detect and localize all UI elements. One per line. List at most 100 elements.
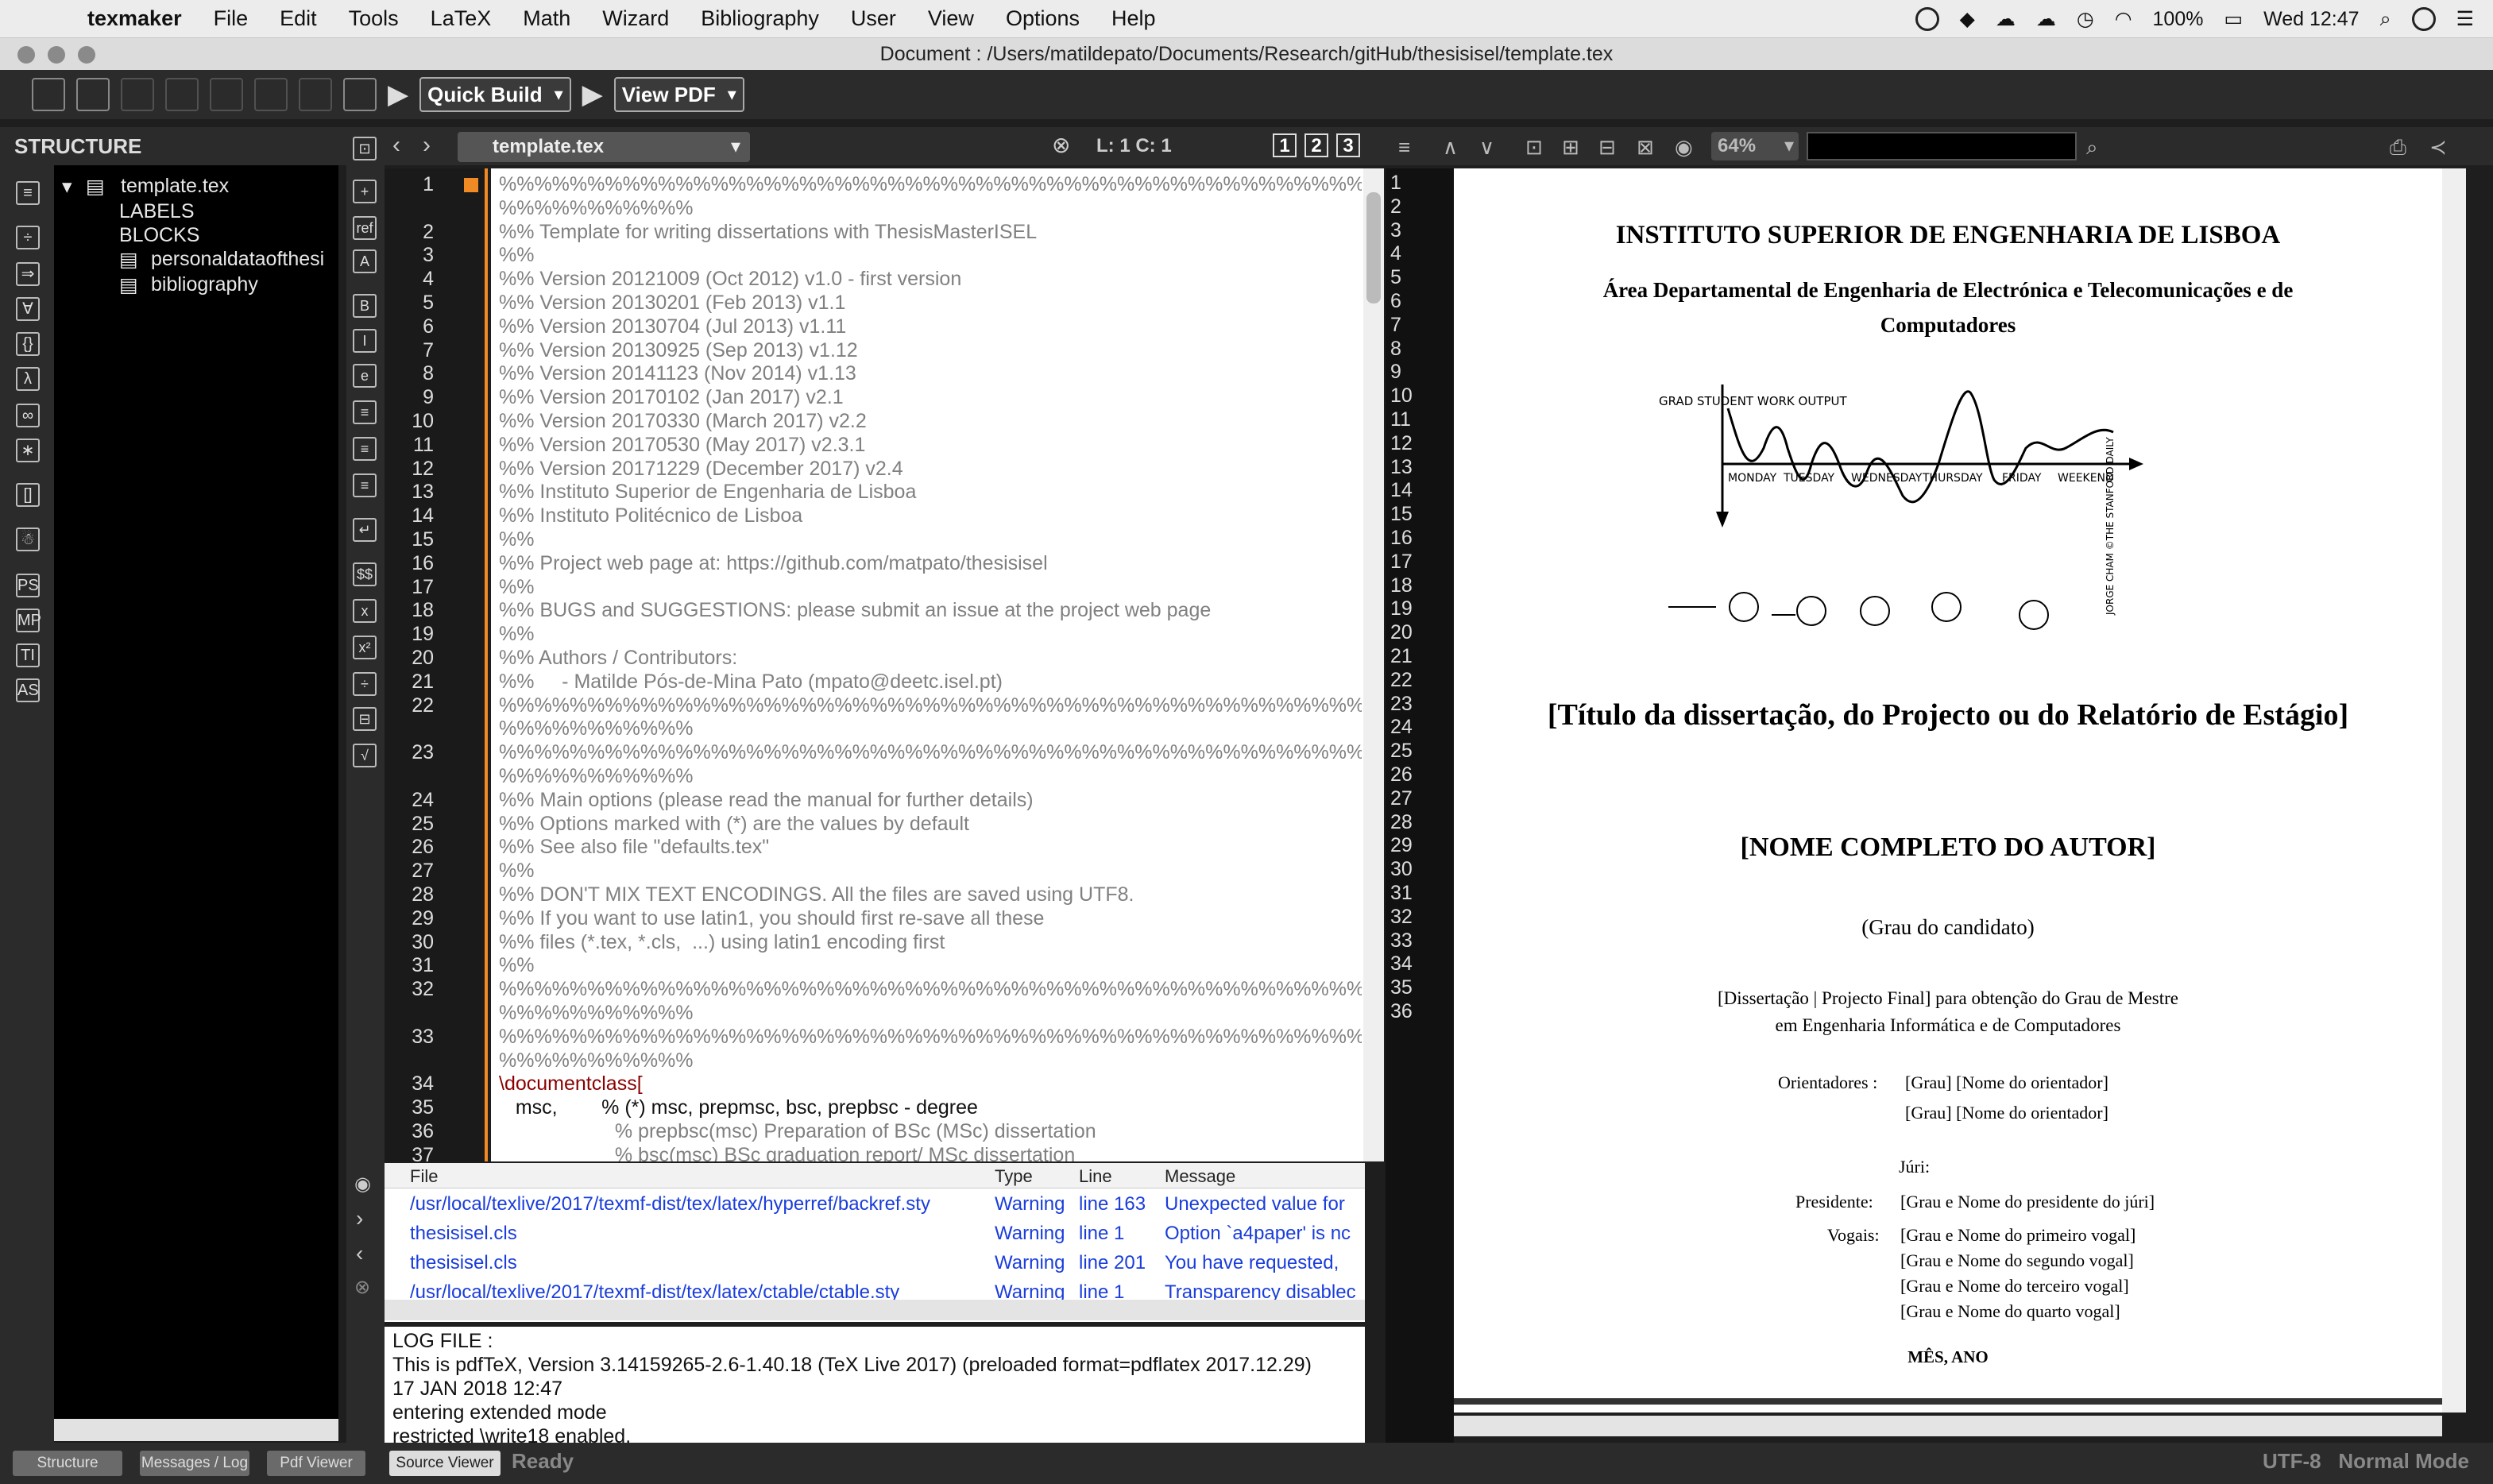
page-up-icon[interactable]: ∧ [1443, 135, 1458, 160]
code-line[interactable]: %% BUGS and SUGGESTIONS: please submit a… [499, 599, 1362, 622]
code-line[interactable]: \documentclass[ [499, 1072, 1362, 1096]
menu-bibliography[interactable]: Bibliography [701, 6, 819, 31]
greek-icon[interactable]: λ [16, 367, 40, 391]
superscript-icon[interactable]: x² [353, 636, 377, 659]
back-icon[interactable]: ‹ [392, 132, 400, 159]
fit-page-icon[interactable]: ⊡ [1525, 135, 1543, 160]
menu-wizard[interactable]: Wizard [602, 6, 669, 31]
code-line[interactable]: %% Template for writing dissertations wi… [499, 221, 1362, 244]
code-line[interactable]: %% DON'T MIX TEXT ENCODINGS. All the fil… [499, 883, 1362, 906]
code-line[interactable]: %%%%%%%%%%%%%%%%%%%%%%%%%%%%%%%%%%%%%%%%… [499, 173, 1362, 196]
code-line[interactable]: %% Version 20130704 (Jul 2013) v1.11 [499, 315, 1362, 338]
pstricks-icon[interactable]: PS [16, 574, 40, 597]
delimiters-icon[interactable]: {} [16, 332, 40, 356]
tree-item-personaldata[interactable]: personaldataofthesi [151, 248, 338, 271]
menu-file[interactable]: File [214, 6, 249, 31]
editor-vscrollbar[interactable] [1363, 168, 1384, 1161]
code-line[interactable]: %%%%%%%%%%%%%%%%%%%%%%%%%%%%%%%%%%%%%%%%… [499, 694, 1362, 717]
tab-messages-log[interactable]: Messages / Log [140, 1451, 249, 1476]
code-line[interactable]: %%%%%%%%%%% [499, 1049, 1362, 1072]
code-line[interactable]: %% Version 20130925 (Sep 2013) v1.12 [499, 339, 1362, 362]
pdf-vscrollbar[interactable] [2442, 168, 2466, 1413]
menu-user[interactable]: User [851, 6, 896, 31]
pdf-page-number[interactable]: 17 [1390, 551, 1413, 574]
code-line[interactable]: %% See also file "defaults.tex" [499, 836, 1362, 859]
zoom-out-icon[interactable]: ⊟ [1598, 135, 1616, 160]
pdf-page-number[interactable]: 13 [1390, 456, 1413, 479]
tikz-icon[interactable]: TI [16, 643, 40, 667]
pdf-page-number[interactable]: 1 [1390, 172, 1401, 195]
menu-math[interactable]: Math [523, 6, 570, 31]
code-line[interactable]: %% - Matilde Pós-de-Mina Pato (mpato@dee… [499, 671, 1362, 694]
code-line[interactable]: %% Options marked with (*) are the value… [499, 813, 1362, 836]
table-row[interactable]: /usr/local/texlive/2017/texmf-dist/tex/l… [385, 1190, 1365, 1219]
code-line[interactable]: %% Instituto Superior de Engenharia de L… [499, 481, 1362, 504]
code-line[interactable]: %% [499, 576, 1362, 599]
italic-icon[interactable]: I [353, 329, 377, 353]
encoding-indicator[interactable]: UTF-8 [2263, 1449, 2321, 1473]
siri-icon[interactable] [2411, 7, 2436, 31]
col-type[interactable]: Type [995, 1166, 1033, 1187]
code-line[interactable]: %% [499, 528, 1362, 551]
asterisk-icon[interactable]: ∗ [16, 439, 40, 462]
pdf-page-number[interactable]: 30 [1390, 858, 1413, 881]
redo-icon[interactable] [210, 78, 243, 111]
code-line[interactable]: %%%%%%%%%%%%%%%%%%%%%%%%%%%%%%%%%%%%%%%%… [499, 741, 1362, 764]
emph-icon[interactable]: e [353, 364, 377, 388]
code-editor[interactable]: %%%%%%%%%%%%%%%%%%%%%%%%%%%%%%%%%%%%%%%%… [491, 168, 1363, 1161]
tree-item-labels[interactable]: LABELS [119, 200, 195, 223]
code-line[interactable]: %%%%%%%%%%% [499, 1002, 1362, 1025]
pdf-page-number[interactable]: 12 [1390, 432, 1413, 455]
mode-indicator[interactable]: Normal Mode [2338, 1449, 2469, 1473]
pdf-page-number[interactable]: 18 [1390, 574, 1413, 597]
view-pdf-dropdown[interactable]: View PDF [613, 77, 744, 112]
code-line[interactable]: % prepbsc(msc) Preparation of BSc (MSc) … [499, 1120, 1362, 1143]
menu-view[interactable]: View [928, 6, 974, 31]
copy-icon[interactable] [254, 78, 288, 111]
structure-view-icon[interactable]: ≡ [16, 181, 40, 205]
spotlight-search-icon[interactable]: ⌕ [2380, 8, 2391, 31]
pdf-page-number[interactable]: 14 [1390, 479, 1413, 502]
code-line[interactable]: %% [499, 244, 1362, 267]
cloud-icon[interactable]: ☁ [1996, 7, 2016, 31]
messages-hscrollbar[interactable] [385, 1300, 1365, 1320]
presentation-eye-icon[interactable]: ◉ [1675, 135, 1693, 160]
align-left-icon[interactable]: ≡ [353, 400, 377, 424]
bookmark-marker-icon[interactable] [464, 178, 478, 192]
tab-structure[interactable]: Structure [13, 1451, 122, 1476]
scroll-thumb[interactable] [1366, 192, 1381, 303]
code-line[interactable]: %% Version 20170330 (March 2017) v2.2 [499, 410, 1362, 433]
relation-icon[interactable]: ÷ [16, 226, 40, 249]
tree-item-root[interactable]: template.tex [121, 175, 229, 198]
run-icon[interactable]: ▶ [388, 77, 408, 112]
code-line[interactable]: %% Main options (please read the manual … [499, 789, 1362, 812]
close-window-button[interactable] [17, 46, 35, 64]
stop-icon[interactable]: ⊗ [354, 1276, 370, 1299]
stickman-icon[interactable]: ☃ [16, 528, 40, 551]
pdf-page-number[interactable]: 11 [1390, 408, 1411, 431]
app-menu[interactable]: texmaker [87, 6, 182, 31]
open-file-selector[interactable]: template.tex ▾ [458, 132, 750, 162]
metapost-icon[interactable]: MP [16, 609, 41, 632]
pdf-hscrollbar[interactable] [1454, 1416, 2442, 1436]
pdf-page-number[interactable]: 31 [1390, 882, 1413, 905]
pdf-search-input[interactable] [1807, 132, 2077, 160]
code-line[interactable]: %% Version 20171229 (December 2017) v2.4 [499, 458, 1362, 481]
pdf-page[interactable]: INSTITUTO SUPERIOR DE ENGENHARIA DE LISB… [1454, 168, 2442, 1413]
code-line[interactable]: %%%%%%%%%%% [499, 197, 1362, 220]
pdf-page-number[interactable]: 7 [1390, 314, 1401, 337]
pdf-page-number[interactable]: 24 [1390, 716, 1413, 739]
menu-tools[interactable]: Tools [349, 6, 399, 31]
menu-edit[interactable]: Edit [280, 6, 317, 31]
quick-build-dropdown[interactable]: Quick Build [419, 77, 571, 112]
wifi-icon[interactable]: ◠ [2115, 7, 2132, 31]
pdf-page-number[interactable]: 29 [1390, 834, 1413, 857]
fit-width-icon[interactable]: ⊞ [1562, 135, 1579, 160]
code-line[interactable]: %%%%%%%%%%%%%%%%%%%%%%%%%%%%%%%%%%%%%%%%… [499, 978, 1362, 1001]
next-error-icon[interactable]: › [356, 1206, 363, 1231]
time-machine-icon[interactable]: ◷ [2077, 7, 2094, 31]
open-file-icon[interactable] [76, 78, 110, 111]
pdf-page-number[interactable]: 32 [1390, 906, 1413, 929]
new-file-icon[interactable] [32, 78, 65, 111]
pdf-page-number[interactable]: 15 [1390, 503, 1413, 526]
